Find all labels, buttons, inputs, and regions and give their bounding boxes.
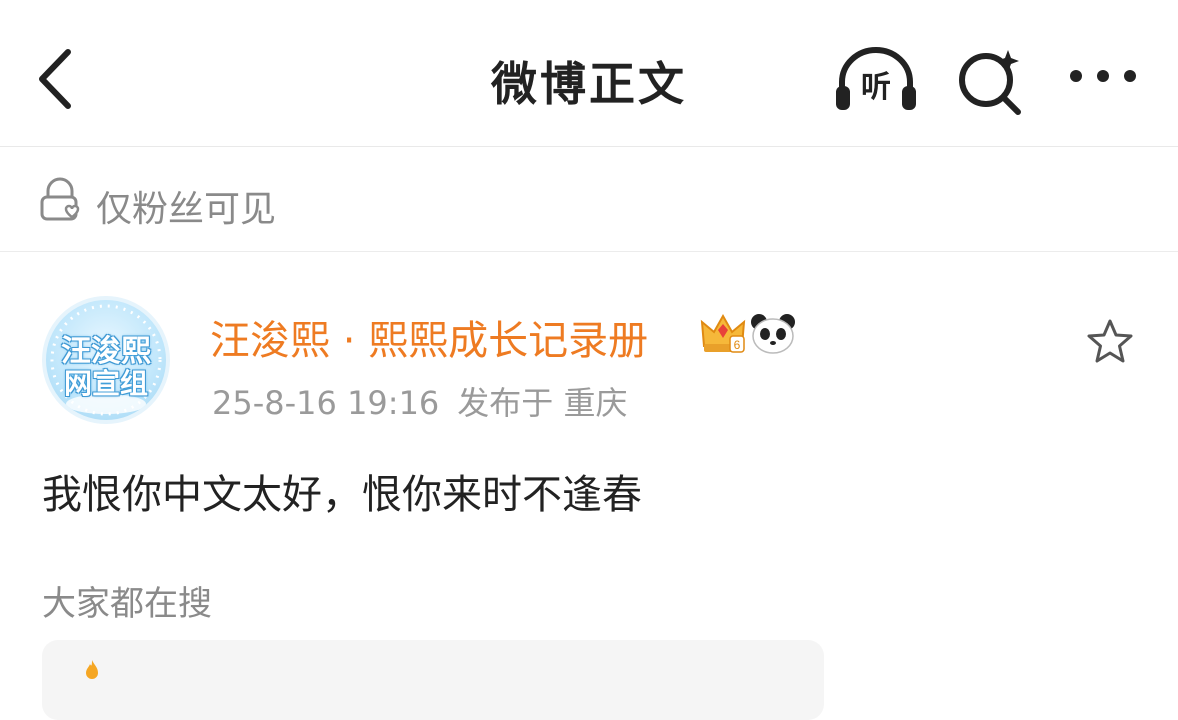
flame-icon xyxy=(86,660,98,679)
username[interactable]: 汪浚熙 · 熙熙成长记录册 xyxy=(210,308,648,366)
top-nav-bar: 微博正文 听 xyxy=(0,0,1178,147)
post-content: 我恨你中文太好，恨你来时不逢春 xyxy=(42,472,642,518)
post-location: 发布于 重庆 xyxy=(457,384,628,422)
search-button[interactable] xyxy=(954,44,1026,116)
visibility-label: 仅粉丝可见 xyxy=(96,189,277,230)
trending-search-card[interactable] xyxy=(42,640,824,720)
panda-icon xyxy=(751,314,795,354)
more-options-button[interactable] xyxy=(1066,56,1140,96)
search-sparkle-icon xyxy=(959,50,1021,115)
listen-button[interactable]: 听 xyxy=(830,44,922,116)
listen-label: 听 xyxy=(861,70,891,105)
ellipsis-icon xyxy=(1070,70,1136,82)
crown-badge-icon: 6 xyxy=(700,313,746,353)
star-icon xyxy=(1087,319,1133,363)
favorite-button[interactable] xyxy=(1084,316,1136,368)
avatar[interactable]: 汪浚熙 网宣组 xyxy=(42,296,170,424)
svg-text:6: 6 xyxy=(734,338,741,352)
lock-heart-icon xyxy=(40,177,80,221)
post-meta: 25-8-16 19:16 发布于 重庆 xyxy=(212,378,627,424)
avatar-text-line2: 网宣组 xyxy=(63,367,148,400)
post-date: 25-8-16 19:16 xyxy=(212,384,440,422)
trending-search-heading: 大家都在搜 xyxy=(42,584,212,624)
